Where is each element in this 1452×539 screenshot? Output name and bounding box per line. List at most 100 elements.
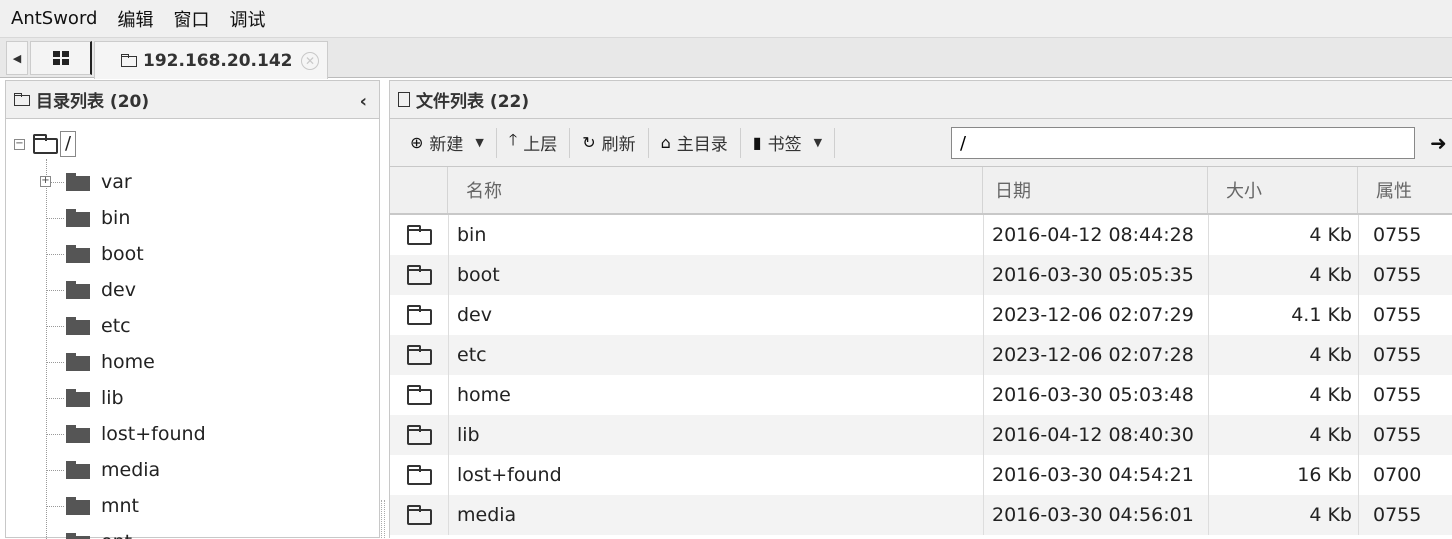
tree-item-label: lost+found	[101, 423, 206, 445]
folder-icon	[406, 345, 432, 365]
tab-bar: ◀ 192.168.20.142 ✕	[0, 38, 1452, 79]
table-row[interactable]: dev 2023-12-06 02:07:29 4.1 Kb 0755	[390, 295, 1452, 335]
file-date: 2016-04-12 08:40:30	[983, 415, 1208, 455]
file-size: 4 Kb	[1208, 215, 1358, 255]
menu-antsword[interactable]: AntSword	[0, 8, 107, 29]
file-attr: 0755	[1358, 215, 1452, 255]
caret-down-icon: ▼	[813, 136, 823, 149]
up-button[interactable]: 🡑 上层	[497, 127, 569, 159]
panel-splitter[interactable]	[381, 500, 385, 538]
arrow-up-icon: 🡑	[508, 130, 518, 149]
table-row[interactable]: media 2016-03-30 04:56:01 4 Kb 0755	[390, 495, 1452, 535]
folder-icon	[66, 497, 90, 515]
tab-home-grid[interactable]	[30, 41, 92, 75]
menu-window[interactable]: 窗口	[163, 6, 219, 32]
file-date: 2016-03-30 05:03:48	[983, 375, 1208, 415]
bookmark-button[interactable]: ▮ 书签 ▼	[741, 127, 834, 159]
path-input[interactable]	[951, 127, 1415, 159]
file-size: 4 Kb	[1208, 335, 1358, 375]
tree-item-label: bin	[101, 207, 131, 229]
folder-icon	[66, 461, 90, 479]
refresh-button-label: 刷新	[601, 135, 636, 155]
tree-item-dev[interactable]: dev	[46, 272, 136, 308]
tree-item-label: lib	[101, 387, 124, 409]
file-date: 2016-04-12 08:44:28	[983, 215, 1208, 255]
column-name[interactable]: 名称	[448, 167, 983, 213]
tab-scroll-left-button[interactable]: ◀	[6, 41, 28, 75]
tree-item-etc[interactable]: etc	[46, 308, 131, 344]
tree-root[interactable]: − /	[14, 131, 77, 157]
new-button[interactable]: ⊕ 新建 ▼	[398, 127, 496, 159]
file-name: bin	[448, 215, 983, 255]
menu-debug[interactable]: 调试	[219, 6, 275, 32]
new-button-label: 新建	[429, 135, 464, 155]
collapse-icon[interactable]: ‹	[360, 91, 367, 112]
tab-shell[interactable]: 192.168.20.142 ✕	[94, 41, 328, 79]
file-date: 2016-03-30 05:05:35	[983, 255, 1208, 295]
folder-icon	[66, 209, 90, 227]
expand-node-icon[interactable]: +	[40, 176, 51, 187]
folder-icon	[406, 305, 432, 325]
column-size[interactable]: 大小	[1208, 167, 1358, 213]
caret-down-icon: ▼	[475, 136, 484, 149]
file-attr: 0755	[1358, 335, 1452, 375]
file-name: boot	[448, 255, 983, 295]
refresh-button[interactable]: ↻ 刷新	[570, 127, 647, 159]
file-size: 16 Kb	[1208, 455, 1358, 495]
directory-panel-header: 目录列表 (20) ‹	[6, 81, 379, 119]
file-size: 4 Kb	[1208, 255, 1358, 295]
refresh-icon: ↻	[582, 133, 596, 152]
table-row[interactable]: lib 2016-04-12 08:40:30 4 Kb 0755	[390, 415, 1452, 455]
menu-edit[interactable]: 编辑	[107, 6, 163, 32]
tree-item-lost-found[interactable]: lost+found	[46, 416, 206, 452]
file-attr: 0755	[1358, 295, 1452, 335]
table-row[interactable]: boot 2016-03-30 05:05:35 4 Kb 0755	[390, 255, 1452, 295]
tree-item-mnt[interactable]: mnt	[46, 488, 139, 524]
tree-item-media[interactable]: media	[46, 452, 160, 488]
column-date[interactable]: 日期	[983, 167, 1208, 213]
file-size: 4 Kb	[1208, 415, 1358, 455]
folder-icon	[66, 425, 90, 443]
file-grid-header: 名称 日期 大小 属性	[390, 167, 1452, 215]
file-name: lost+found	[448, 455, 983, 495]
table-row[interactable]: lost+found 2016-03-30 04:54:21 16 Kb 070…	[390, 455, 1452, 495]
tree-item-label: mnt	[101, 495, 139, 517]
folder-icon	[66, 245, 90, 263]
table-row[interactable]: home 2016-03-30 05:03:48 4 Kb 0755	[390, 375, 1452, 415]
collapse-node-icon[interactable]: −	[14, 138, 25, 150]
folder-icon	[14, 93, 30, 106]
file-size: 4 Kb	[1208, 495, 1358, 535]
tree-item-lib[interactable]: lib	[46, 380, 124, 416]
file-size: 4.1 Kb	[1208, 295, 1358, 335]
tree-item-boot[interactable]: boot	[46, 236, 144, 272]
tree-item-var[interactable]: + var	[40, 164, 132, 200]
file-name: media	[448, 495, 983, 535]
file-attr: 0755	[1358, 415, 1452, 455]
close-icon[interactable]: ✕	[301, 52, 319, 70]
home-dir-button[interactable]: ⌂ 主目录	[649, 127, 740, 159]
folder-open-icon	[33, 134, 58, 154]
table-row[interactable]: etc 2023-12-06 02:07:28 4 Kb 0755	[390, 335, 1452, 375]
home-dir-button-label: 主目录	[676, 135, 728, 155]
arrow-right-icon[interactable]: ➜	[1430, 131, 1447, 155]
tree-item-label: boot	[101, 243, 144, 265]
bookmark-button-label: 书签	[767, 135, 802, 155]
plus-circle-icon: ⊕	[410, 133, 424, 152]
file-attr: 0700	[1358, 455, 1452, 495]
tree-item-home[interactable]: home	[46, 344, 155, 380]
menu-bar: AntSword 编辑 窗口 调试	[0, 0, 1452, 38]
file-name: dev	[448, 295, 983, 335]
file-name: lib	[448, 415, 983, 455]
file-attr: 0755	[1358, 255, 1452, 295]
folder-icon	[406, 425, 432, 445]
directory-panel-title: 目录列表 (20)	[36, 92, 150, 112]
table-row[interactable]: bin 2016-04-12 08:44:28 4 Kb 0755	[390, 215, 1452, 255]
bookmark-icon: ▮	[752, 133, 762, 152]
file-size: 4 Kb	[1208, 375, 1358, 415]
tree-item-label: media	[101, 459, 161, 481]
tree-item-bin[interactable]: bin	[46, 200, 130, 236]
column-attr[interactable]: 属性	[1358, 167, 1452, 213]
folder-icon	[406, 505, 432, 525]
file-panel: 文件列表 (22) ⊕ 新建 ▼ 🡑 上层 ↻ 刷新 ⌂ 主目录 ▮ 书签 ▼	[389, 80, 1452, 538]
tree-item-opt[interactable]: opt	[46, 524, 132, 539]
